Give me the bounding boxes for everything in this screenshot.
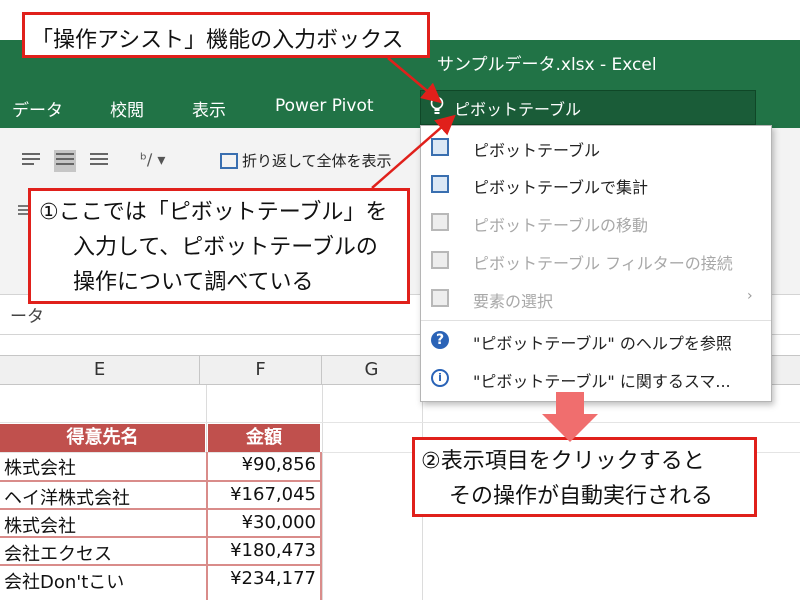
tell-me-input[interactable]: ピボットテーブル: [454, 96, 581, 120]
row-divider: [0, 480, 320, 482]
row-divider: [0, 508, 320, 510]
align-right-icon[interactable]: [88, 150, 110, 172]
row-divider: [0, 536, 320, 538]
align-center-icon[interactable]: [54, 150, 76, 172]
menu-separator: [421, 320, 771, 321]
menu-item-label: ピボットテーブル: [473, 141, 601, 160]
pivottable-icon: [431, 175, 449, 193]
menu-item-label: ピボットテーブル フィルターの接続: [473, 254, 733, 273]
menu-item-label: 要素の選択: [473, 292, 554, 311]
menu-item-pivottable-move: ピボットテーブルの移動: [421, 204, 771, 241]
callout-line: ②表示項目をクリックすると: [421, 449, 705, 474]
wrap-text-button[interactable]: 折り返して全体を表示: [220, 150, 392, 171]
smart-lookup-icon: i: [431, 369, 449, 387]
customer-name: 株式会社: [4, 458, 76, 479]
pivottable-icon: [431, 138, 449, 156]
menu-item-filter-connection: ピボットテーブル フィルターの接続: [421, 242, 771, 279]
tab-data[interactable]: データ: [12, 96, 63, 121]
lightbulb-icon: [430, 96, 444, 114]
pivottable-move-icon: [431, 213, 449, 231]
column-divider: [206, 452, 208, 600]
align-left-icon[interactable]: [20, 150, 42, 172]
grid-line: [0, 422, 800, 423]
table-header-customer[interactable]: 得意先名: [0, 424, 205, 452]
tab-power-pivot[interactable]: Power Pivot: [275, 96, 374, 116]
menu-item-smart-lookup[interactable]: i "ピボットテーブル" に関するスマ...: [421, 360, 771, 397]
callout-line: 入力して、ピボットテーブルの: [73, 235, 378, 260]
customer-name: 会社エクセス: [4, 544, 112, 565]
amount: ¥90,856: [241, 454, 316, 475]
table-header-amount[interactable]: 金額: [208, 424, 320, 452]
orientation-icon[interactable]: ᵇ∕ ▾: [140, 150, 165, 169]
menu-item-pivottable-summarize[interactable]: ピボットテーブルで集計: [421, 166, 771, 203]
menu-item-label: ピボットテーブルで集計: [473, 178, 649, 197]
help-icon: ?: [431, 331, 449, 349]
callout-step-1: ①ここでは「ピボットテーブル」を 入力して、ピボットテーブルの 操作について調べ…: [28, 188, 410, 304]
amount: ¥167,045: [230, 484, 316, 505]
select-element-icon: [431, 289, 449, 307]
customer-name: 会社Don'tこい: [4, 572, 125, 593]
callout-line: 操作について調べている: [73, 270, 314, 295]
menu-item-label: "ピボットテーブル" のヘルプを参照: [473, 334, 732, 353]
menu-item-label: "ピボットテーブル" に関するスマ...: [473, 372, 731, 391]
chevron-right-icon: ›: [747, 288, 753, 304]
amount: ¥234,177: [230, 568, 316, 589]
callout-step-2: ②表示項目をクリックすると その操作が自動実行される: [412, 437, 757, 517]
column-divider: [320, 452, 322, 600]
wrap-text-icon: [220, 153, 238, 169]
callout-line: ①ここでは「ピボットテーブル」を: [39, 200, 388, 225]
menu-item-select-element: 要素の選択 ›: [421, 280, 771, 317]
menu-item-label: ピボットテーブルの移動: [473, 216, 649, 235]
menu-item-pivottable[interactable]: ピボットテーブル: [421, 129, 771, 166]
amount: ¥180,473: [230, 540, 316, 561]
customer-name: ヘイ洋株式会社: [4, 488, 130, 509]
menu-item-help[interactable]: ? "ピボットテーブル" のヘルプを参照: [421, 322, 771, 359]
column-header-g[interactable]: G: [322, 355, 422, 385]
wrap-text-label: 折り返して全体を表示: [242, 152, 392, 170]
column-header-e[interactable]: E: [0, 355, 200, 385]
callout-tell-me-box: 「操作アシスト」機能の入力ボックス: [22, 12, 430, 58]
filter-connection-icon: [431, 251, 449, 269]
tab-review[interactable]: 校閲: [110, 96, 144, 121]
tab-view[interactable]: 表示: [192, 96, 226, 121]
amount: ¥30,000: [241, 512, 316, 533]
row-divider: [0, 564, 320, 566]
column-header-f[interactable]: F: [200, 355, 322, 385]
grid-line: [322, 385, 323, 600]
formula-bar-value: ータ: [10, 307, 44, 327]
window-title: サンプルデータ.xlsx - Excel: [437, 55, 657, 75]
callout-line: その操作が自動実行される: [449, 484, 714, 509]
customer-name: 株式会社: [4, 516, 76, 537]
